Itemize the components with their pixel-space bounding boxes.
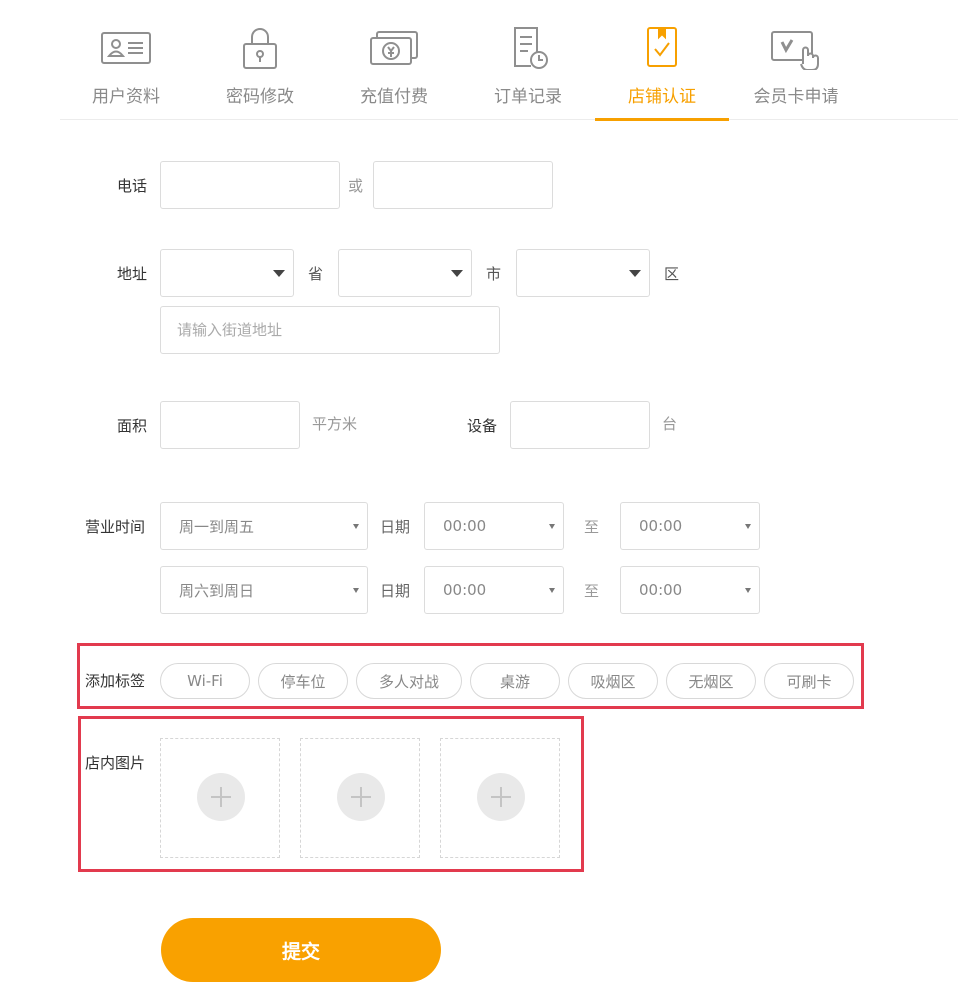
area-unit: 平方米 <box>312 415 358 433</box>
id-card-icon <box>99 24 153 70</box>
weekday-range-value: 周一到周五 <box>179 517 255 536</box>
chevron-down-icon <box>549 524 555 529</box>
tab-label: 充值付费 <box>360 87 428 107</box>
plus-icon <box>197 773 245 821</box>
to-label: 至 <box>584 582 600 600</box>
device-unit: 台 <box>662 415 678 433</box>
photo-upload-slot-3[interactable] <box>440 738 560 858</box>
chevron-down-icon <box>629 270 641 277</box>
tab-label: 密码修改 <box>226 87 294 107</box>
tab-label: 订单记录 <box>494 87 562 107</box>
tab-label: 会员卡申请 <box>753 87 839 107</box>
chevron-down-icon <box>353 588 359 593</box>
phone-input-1[interactable] <box>160 161 340 209</box>
city-select[interactable] <box>338 249 472 297</box>
phone-or-text: 或 <box>348 177 364 195</box>
device-input[interactable] <box>510 401 650 449</box>
end-time-value: 00:00 <box>639 581 683 599</box>
area-input[interactable] <box>160 401 300 449</box>
tab-order-records[interactable]: 订单记录 <box>461 18 595 120</box>
chevron-down-icon <box>451 270 463 277</box>
chevron-down-icon <box>549 588 555 593</box>
chevron-down-icon <box>745 588 751 593</box>
weekend-range-select[interactable]: 周六到周日 <box>160 566 368 614</box>
address-label: 地址 <box>117 265 148 283</box>
chevron-down-icon <box>273 270 285 277</box>
weekday-range-select[interactable]: 周一到周五 <box>160 502 368 550</box>
district-select[interactable] <box>516 249 650 297</box>
card-hand-icon <box>769 24 823 71</box>
tag-smoking-area[interactable]: 吸烟区 <box>568 663 658 699</box>
weekend-end-time-select[interactable]: 00:00 <box>620 566 760 614</box>
weekday-start-time-select[interactable]: 00:00 <box>424 502 564 550</box>
plus-icon <box>477 773 525 821</box>
chevron-down-icon <box>353 524 359 529</box>
weekday-end-time-select[interactable]: 00:00 <box>620 502 760 550</box>
weekend-start-time-select[interactable]: 00:00 <box>424 566 564 614</box>
photo-upload-slot-2[interactable] <box>300 738 420 858</box>
street-address-input[interactable] <box>160 306 500 354</box>
tab-label: 用户资料 <box>92 87 160 107</box>
date-label: 日期 <box>380 582 411 600</box>
start-time-value: 00:00 <box>443 581 487 599</box>
plus-icon <box>337 773 385 821</box>
weekend-range-value: 周六到周日 <box>179 581 255 600</box>
to-label: 至 <box>584 518 600 536</box>
province-select[interactable] <box>160 249 294 297</box>
store-photos-label: 店内图片 <box>85 754 146 772</box>
phone-label: 电话 <box>117 177 148 195</box>
phone-input-2[interactable] <box>373 161 553 209</box>
order-clock-icon <box>501 24 555 70</box>
money-icon <box>367 24 421 70</box>
end-time-value: 00:00 <box>639 517 683 535</box>
business-hours-label: 营业时间 <box>85 518 146 536</box>
device-label: 设备 <box>467 417 498 435</box>
tag-wifi[interactable]: Wi-Fi <box>160 663 250 699</box>
photo-upload-slot-1[interactable] <box>160 738 280 858</box>
tag-board-games[interactable]: 桌游 <box>470 663 560 699</box>
tab-user-profile[interactable]: 用户资料 <box>59 18 193 120</box>
area-label: 面积 <box>117 417 148 435</box>
start-time-value: 00:00 <box>443 517 487 535</box>
tab-store-certification[interactable]: 店铺认证 <box>595 18 729 121</box>
tag-non-smoking-area[interactable]: 无烟区 <box>666 663 756 699</box>
chevron-down-icon <box>745 524 751 529</box>
tab-recharge-payment[interactable]: 充值付费 <box>327 18 461 120</box>
submit-button[interactable]: 提交 <box>161 918 441 982</box>
tag-parking[interactable]: 停车位 <box>258 663 348 699</box>
tag-multiplayer[interactable]: 多人对战 <box>356 663 462 699</box>
tab-label: 店铺认证 <box>628 87 696 107</box>
city-unit: 市 <box>486 265 502 283</box>
date-label: 日期 <box>380 518 411 536</box>
district-unit: 区 <box>664 265 680 283</box>
add-tags-label: 添加标签 <box>85 672 146 690</box>
province-unit: 省 <box>308 265 324 283</box>
padlock-icon <box>233 24 287 70</box>
tab-member-card-apply[interactable]: 会员卡申请 <box>729 18 863 120</box>
active-tab-underline <box>595 118 729 121</box>
bookmark-check-icon <box>635 24 689 70</box>
tab-password-change[interactable]: 密码修改 <box>193 18 327 120</box>
tag-card-payment[interactable]: 可刷卡 <box>764 663 854 699</box>
